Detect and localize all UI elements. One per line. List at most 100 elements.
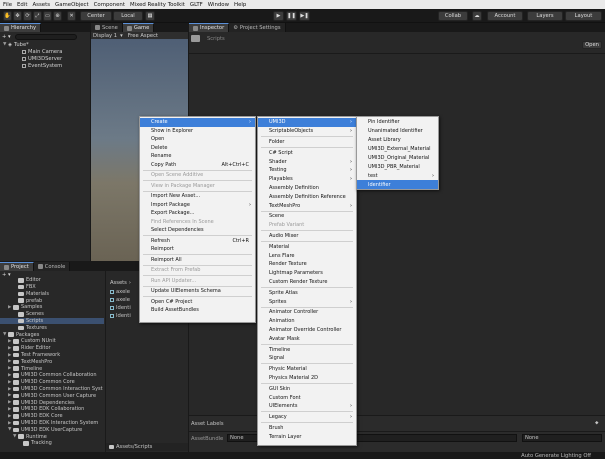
menu-gameobject[interactable]: GameObject [55, 2, 89, 8]
menu-item-brush[interactable]: Brush [258, 424, 356, 433]
tab-project[interactable]: Project [0, 262, 34, 271]
menu-file[interactable]: File [3, 2, 12, 8]
menu-item-pin-identifier[interactable]: Pin Identifier [357, 118, 438, 127]
menu-window[interactable]: Window [208, 2, 229, 8]
menu-item-c-script[interactable]: C# Script [258, 148, 356, 157]
tree-item[interactable]: ▶ Samples [0, 304, 104, 311]
menu-component[interactable]: Component [94, 2, 125, 8]
scene-root-row[interactable]: ▼ ◈ Tube* [0, 41, 90, 48]
menu-item-refresh[interactable]: Refresh Ctrl+R [140, 237, 255, 246]
menu-item-show-in-explorer[interactable]: Show in Explorer [140, 127, 255, 136]
file-item[interactable]: Identi [110, 304, 131, 311]
menu-item-open-c-project[interactable]: Open C# Project [140, 298, 255, 307]
menu-item-avatar-mask[interactable]: Avatar Mask [258, 334, 356, 343]
menu-item-reimport-all[interactable]: Reimport All [140, 256, 255, 265]
display-dropdown[interactable]: Display 1 [93, 33, 117, 39]
menu-item-audio-mixer[interactable]: Audio Mixer [258, 232, 356, 241]
menu-item-asset-library[interactable]: Asset Library [357, 136, 438, 145]
menu-item-copy-path[interactable]: Copy Path Alt+Ctrl+C [140, 161, 255, 170]
menu-item-import-package[interactable]: Import Package › [140, 201, 255, 210]
menu-item-custom-font[interactable]: Custom Font [258, 393, 356, 402]
create-plus-icon[interactable]: + ▾ [2, 34, 11, 40]
pivot-toggle-button[interactable]: Center [80, 11, 112, 21]
tree-item[interactable]: ▶ UMI3D EDK Core [0, 413, 104, 420]
tree-item[interactable]: ▶ Rider Editor [0, 345, 104, 352]
menu-item-testing[interactable]: Testing › [258, 166, 356, 175]
rect-tool-icon[interactable]: ▭ [43, 11, 52, 21]
collab-button[interactable]: Collab [438, 11, 468, 21]
menu-item-scriptableobjects[interactable]: ScriptableObjects › [258, 127, 356, 136]
tree-item[interactable]: Textures [0, 325, 104, 332]
menu-item-create[interactable]: Create › [140, 118, 255, 127]
menu-gltf[interactable]: GLTF [190, 2, 203, 8]
menu-item-update-uielements-schema[interactable]: Update UIElements Schema [140, 287, 255, 296]
move-tool-icon[interactable]: ✥ [13, 11, 22, 21]
tab-inspector[interactable]: Inspector [189, 23, 230, 32]
tree-item[interactable]: ▶ UMI3D Common Core [0, 379, 104, 386]
file-item[interactable]: Identi [110, 312, 131, 319]
file-item[interactable]: axele [110, 296, 130, 303]
menu-item-build-assetbundles[interactable]: Build AssetBundles [140, 306, 255, 315]
aspect-dropdown[interactable]: Free Aspect [128, 33, 158, 39]
snap-icon[interactable]: ▦ [145, 11, 155, 21]
scale-tool-icon[interactable]: ⤢ [33, 11, 42, 21]
rotate-tool-icon[interactable]: ⟳ [23, 11, 32, 21]
tree-item[interactable]: ▼ Runtime [0, 433, 104, 440]
layers-dropdown[interactable]: Layers [527, 11, 563, 21]
tree-item[interactable]: ▶ UMI3D Dependencies [0, 399, 104, 406]
menu-item-gui-skin[interactable]: GUI Skin [258, 384, 356, 393]
tree-item[interactable]: Editor [0, 277, 104, 284]
menu-mixed-reality-toolkit[interactable]: Mixed Reality Toolkit [130, 2, 185, 8]
menu-item-import-new-asset[interactable]: Import New Asset... [140, 192, 255, 201]
menu-item-umi3d-pbr-material[interactable]: UMI3D_PBR_Material [357, 163, 438, 172]
menu-item-physics-material-2d[interactable]: Physics Material 2D [258, 374, 356, 383]
transform-tool-icon[interactable]: ⊕ [53, 11, 62, 21]
pause-button[interactable]: ❚❚ [286, 11, 297, 21]
tree-item[interactable]: FBX [0, 284, 104, 291]
hand-tool-icon[interactable]: ✋ [3, 11, 12, 21]
tab-game[interactable]: Game [122, 23, 155, 32]
menu-assets[interactable]: Assets [32, 2, 50, 8]
menu-item-custom-render-texture[interactable]: Custom Render Texture [258, 278, 356, 287]
menu-item-assembly-definition-reference[interactable]: Assembly Definition Reference [258, 192, 356, 201]
tree-item[interactable]: ▼ Packages [0, 331, 104, 338]
tree-item[interactable]: Tracking [0, 440, 104, 447]
tree-item[interactable]: prefab [0, 297, 104, 304]
menu-item-scene[interactable]: Scene [258, 212, 356, 221]
open-button[interactable]: Open [582, 41, 602, 49]
menu-item-sprites[interactable]: Sprites › [258, 297, 356, 306]
play-button[interactable]: ▶ [273, 11, 284, 21]
tree-item[interactable]: ▶ TextMeshPro [0, 359, 104, 366]
menu-item-material[interactable]: Material [258, 242, 356, 251]
tree-item[interactable]: ▶ UMI3D Common Collaboration [0, 372, 104, 379]
menu-item-animator-controller[interactable]: Animator Controller [258, 308, 356, 317]
breadcrumb-assets[interactable]: Assets [110, 280, 127, 286]
menu-item-animation[interactable]: Animation [258, 317, 356, 326]
account-dropdown[interactable]: Account [487, 11, 523, 21]
cloud-icon[interactable]: ☁ [472, 11, 482, 21]
tree-item[interactable]: ▶ UMI3D Common Interaction Syst [0, 386, 104, 393]
menu-item-umi3d-external-material[interactable]: UMI3D_External_Material [357, 145, 438, 154]
menu-item-export-package[interactable]: Export Package... [140, 209, 255, 218]
tree-item[interactable]: ▶ Timeline [0, 365, 104, 372]
file-item[interactable]: axele [110, 288, 130, 295]
hierarchy-item[interactable]: Main Camera [0, 48, 90, 55]
menu-item-render-texture[interactable]: Render Texture [258, 260, 356, 269]
menu-item-umi3d-original-material[interactable]: UMI3D_Original_Material [357, 154, 438, 163]
hierarchy-search-input[interactable] [14, 33, 77, 40]
menu-item-sprite-atlas[interactable]: Sprite Atlas [258, 288, 356, 297]
menu-item-animator-override-controller[interactable]: Animator Override Controller [258, 326, 356, 335]
hierarchy-item[interactable]: UMI3DServer [0, 55, 90, 62]
menu-item-signal[interactable]: Signal [258, 354, 356, 363]
menu-item-playables[interactable]: Playables › [258, 175, 356, 184]
menu-item-terrain-layer[interactable]: Terrain Layer [258, 432, 356, 441]
tree-item[interactable]: ▶ Test Framework [0, 352, 104, 359]
tree-item[interactable]: ▶ UMI3D EDK Collaboration [0, 406, 104, 413]
tree-item[interactable]: ▶ UMI3D Common User Capture [0, 393, 104, 400]
menu-item-umi3d[interactable]: UMI3D › [258, 118, 356, 127]
menu-item-reimport[interactable]: Reimport [140, 245, 255, 254]
step-button[interactable]: ▶❚ [299, 11, 310, 21]
menu-item-shader[interactable]: Shader › [258, 157, 356, 166]
menu-item-folder[interactable]: Folder [258, 138, 356, 147]
tree-item[interactable]: Scripts [0, 317, 104, 325]
